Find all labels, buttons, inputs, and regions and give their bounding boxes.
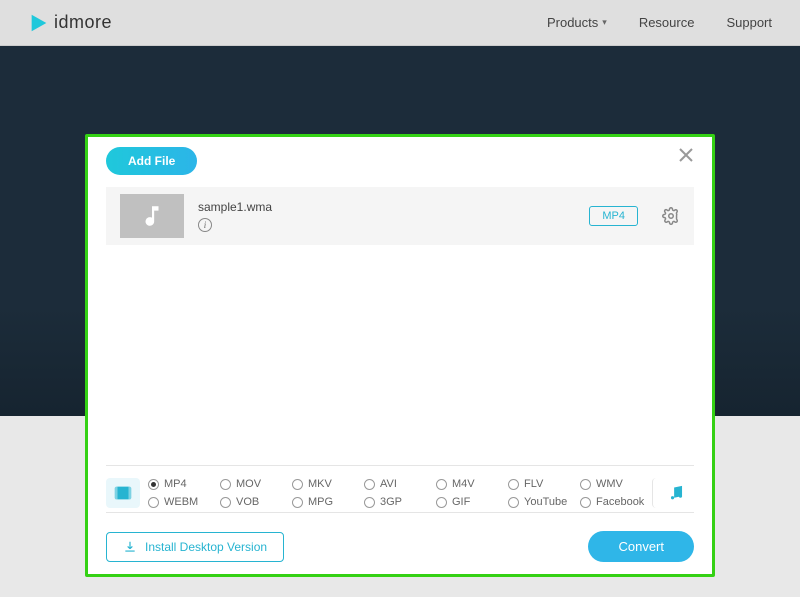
gear-icon[interactable] [662,207,680,225]
install-desktop-button[interactable]: Install Desktop Version [106,532,284,562]
output-format-badge[interactable]: MP4 [589,206,638,226]
install-desktop-label: Install Desktop Version [145,540,267,554]
format-vob[interactable]: VOB [220,496,288,508]
nav-support[interactable]: Support [726,15,772,30]
file-thumbnail [120,194,184,238]
format-m4v[interactable]: M4V [436,478,504,490]
nav-resource[interactable]: Resource [639,15,695,30]
format-flv[interactable]: FLV [508,478,576,490]
converter-modal: Add File sample1.wma i MP4 MP4 MOV MKV A… [85,134,715,577]
brand-text: idmore [54,12,112,33]
close-icon[interactable] [678,147,694,163]
format-webm[interactable]: WEBM [148,496,216,508]
format-youtube[interactable]: YouTube [508,496,576,508]
chevron-down-icon: ▾ [602,17,607,28]
format-mkv[interactable]: MKV [292,478,360,490]
format-mov[interactable]: MOV [220,478,288,490]
divider [106,465,694,466]
top-navbar: idmore Products ▾ Resource Support [0,0,800,46]
play-logo-icon [28,12,50,34]
add-file-button[interactable]: Add File [106,147,197,175]
music-note-icon [139,203,165,229]
divider [106,512,694,513]
brand-logo[interactable]: idmore [28,12,112,34]
music-icon [667,482,686,504]
format-gif[interactable]: GIF [436,496,504,508]
format-avi[interactable]: AVI [364,478,432,490]
format-mp4[interactable]: MP4 [148,478,216,490]
nav-products[interactable]: Products ▾ [547,15,607,30]
audio-category-icon[interactable] [652,478,686,508]
format-selector: MP4 MOV MKV AVI M4V FLV WMV WEBM VOB MPG… [106,474,694,512]
film-icon [112,482,134,504]
info-icon[interactable]: i [198,218,212,232]
video-category-icon[interactable] [106,478,140,508]
format-facebook[interactable]: Facebook [580,496,648,508]
file-row: sample1.wma i MP4 [106,187,694,245]
nav-products-label: Products [547,15,598,30]
file-name: sample1.wma [198,200,272,214]
format-wmv[interactable]: WMV [580,478,648,490]
download-icon [123,540,137,554]
convert-button[interactable]: Convert [588,531,694,562]
format-mpg[interactable]: MPG [292,496,360,508]
format-3gp[interactable]: 3GP [364,496,432,508]
